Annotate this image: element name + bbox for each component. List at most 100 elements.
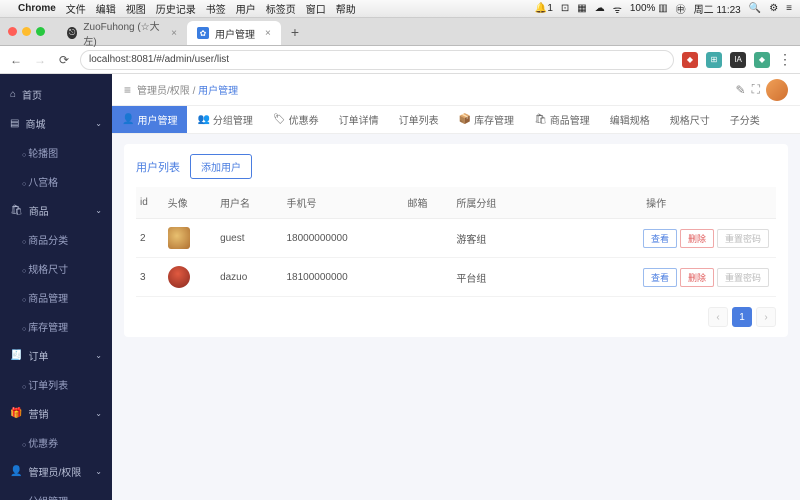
menu-help[interactable]: 帮助 [336,1,356,16]
sidebar-item-home[interactable]: ⌂首页 [0,80,112,109]
browser-menu-icon[interactable]: ⋮ [778,51,792,68]
sidebar-item-goods[interactable]: 🛍商品⌄ [0,196,112,225]
table-row: 2guest18000000000游客组查看删除重置密码 [136,219,776,258]
minimize-window-icon[interactable] [22,27,31,36]
sidebar-item-admin[interactable]: 👤 管理员/权限 ⌄ [0,457,112,486]
tab-order-list[interactable]: 订单列表 [389,106,449,133]
sidebar-sub-coupon[interactable]: 优惠券 [0,428,112,457]
tab-label: 规格尺寸 [670,112,710,127]
tab-user-mgmt[interactable]: ✿ 用户管理 × [187,21,281,45]
chevron-down-icon: ⌄ [95,467,102,476]
control-icon[interactable]: ⚙ [769,3,778,14]
forward-icon[interactable]: → [32,53,48,67]
bag-icon: 🛍 [10,205,23,216]
sidebar-sub-orderlist[interactable]: 订单列表 [0,370,112,399]
hamburger-icon[interactable]: ≡ [124,83,131,97]
battery-icon[interactable]: 100% ▥ [630,3,668,14]
cell-username: guest [216,219,282,258]
clock[interactable]: 周二 11:23 [694,1,741,16]
tab-subcat[interactable]: 子分类 [720,106,770,133]
list-icon[interactable]: ≡ [786,3,792,14]
user-avatar[interactable] [766,79,788,101]
reset-password-button[interactable]: 重置密码 [717,229,769,248]
tab-label: 用户管理 [215,26,255,41]
tab-coupon[interactable]: 🏷优惠券 [263,106,329,133]
sidebar-sub-groupmgmt[interactable]: 分组管理 [0,486,112,500]
tab-spec-size[interactable]: 规格尺寸 [660,106,720,133]
extension-icon[interactable]: ◆ [754,52,770,68]
wifi-icon[interactable]: ᯤ [613,2,622,16]
tab-user-mgmt[interactable]: 👤用户管理 [112,106,187,133]
tab-stock[interactable]: 📦库存管理 [449,106,524,133]
maximize-window-icon[interactable] [36,27,45,36]
menu-bookmarks[interactable]: 书签 [206,1,226,16]
tab-label: 子分类 [730,112,760,127]
menu-file[interactable]: 文件 [66,1,86,16]
pagination: ‹ 1 › [136,307,776,327]
view-button[interactable]: 查看 [643,268,677,287]
page-next-button[interactable]: › [756,307,776,327]
sidebar-sub-category[interactable]: 商品分类 [0,225,112,254]
chevron-down-icon: ⌄ [95,206,102,215]
browser-tab-strip: ⎋ ZuoFuhong (☆大左) × ✿ 用户管理 × + [0,18,800,46]
extension-icon[interactable]: ⊞ [706,52,722,68]
sidebar-item-label: 订单 [28,348,48,363]
tab-label: ZuoFuhong (☆大左) [83,18,161,48]
sidebar-item-orders[interactable]: 🧾订单⌄ [0,341,112,370]
sidebar-sub-goods-mgmt[interactable]: 商品管理 [0,283,112,312]
search-icon[interactable]: 🔍 [749,3,761,14]
sidebar-sub-grid8[interactable]: 八宫格 [0,167,112,196]
reset-password-button[interactable]: 重置密码 [717,268,769,287]
grid-icon[interactable]: ▦ [577,3,586,14]
menu-tabs[interactable]: 标签页 [266,1,296,16]
tab-group-mgmt[interactable]: 👥分组管理 [187,106,262,133]
add-user-button[interactable]: 添加用户 [190,154,252,179]
page-prev-button[interactable]: ‹ [708,307,728,327]
app-icon: ✿ [197,27,209,39]
view-button[interactable]: 查看 [643,229,677,248]
tab-edit-spec[interactable]: 编辑规格 [600,106,660,133]
tool-icon[interactable]: ⊡ [561,3,569,14]
th-ops: 操作 [536,187,776,219]
delete-button[interactable]: 删除 [680,229,714,248]
delete-button[interactable]: 删除 [680,268,714,287]
url-text: localhost:8081/#/admin/user/list [89,54,229,65]
back-icon[interactable]: ← [8,53,24,67]
input-icon[interactable]: ㊥ [676,1,686,16]
user-icon: 👤 [10,466,22,477]
menu-user[interactable]: 用户 [236,1,256,16]
url-input[interactable]: localhost:8081/#/admin/user/list [80,50,674,70]
close-window-icon[interactable] [8,27,17,36]
tab-label: 分组管理 [213,112,253,127]
close-icon[interactable]: × [265,28,271,39]
menu-view[interactable]: 视图 [126,1,146,16]
sidebar-sub-stock[interactable]: 库存管理 [0,312,112,341]
sidebar-item-marketing[interactable]: 🎁营销⌄ [0,399,112,428]
close-icon[interactable]: × [171,28,177,39]
sidebar-sub-carousel[interactable]: 轮播图 [0,138,112,167]
menu-window[interactable]: 窗口 [306,1,326,16]
sidebar-item-label: 首页 [22,87,42,102]
tab-order-detail[interactable]: 订单详情 [329,106,389,133]
extension-icon[interactable]: IA [730,52,746,68]
wand-icon[interactable]: ✎ [736,83,746,97]
page-number-button[interactable]: 1 [732,307,752,327]
extension-icon[interactable]: ◆ [682,52,698,68]
menu-history[interactable]: 历史记录 [156,1,196,16]
app-name[interactable]: Chrome [18,3,56,14]
sidebar-sub-spec[interactable]: 规格尺寸 [0,254,112,283]
reload-icon[interactable]: ⟳ [56,53,72,67]
fullscreen-icon[interactable]: ⛶ [752,82,760,97]
tab-goods-mgmt[interactable]: 🛍商品管理 [524,106,600,133]
cell-avatar [164,258,216,297]
tab-label: 优惠券 [289,112,319,127]
new-tab-button[interactable]: + [281,24,309,40]
menu-edit[interactable]: 编辑 [96,1,116,16]
tab-github[interactable]: ⎋ ZuoFuhong (☆大左) × [57,21,187,45]
sidebar-item-label: 管理员/权限 [28,464,81,479]
sidebar-item-mall[interactable]: ▤商城⌄ [0,109,112,138]
tab-label: 编辑规格 [610,112,650,127]
bell-icon[interactable]: 🔔1 [535,3,553,14]
breadcrumb-parent[interactable]: 管理员/权限 [137,86,190,97]
cloud-icon[interactable]: ☁ [595,3,605,14]
